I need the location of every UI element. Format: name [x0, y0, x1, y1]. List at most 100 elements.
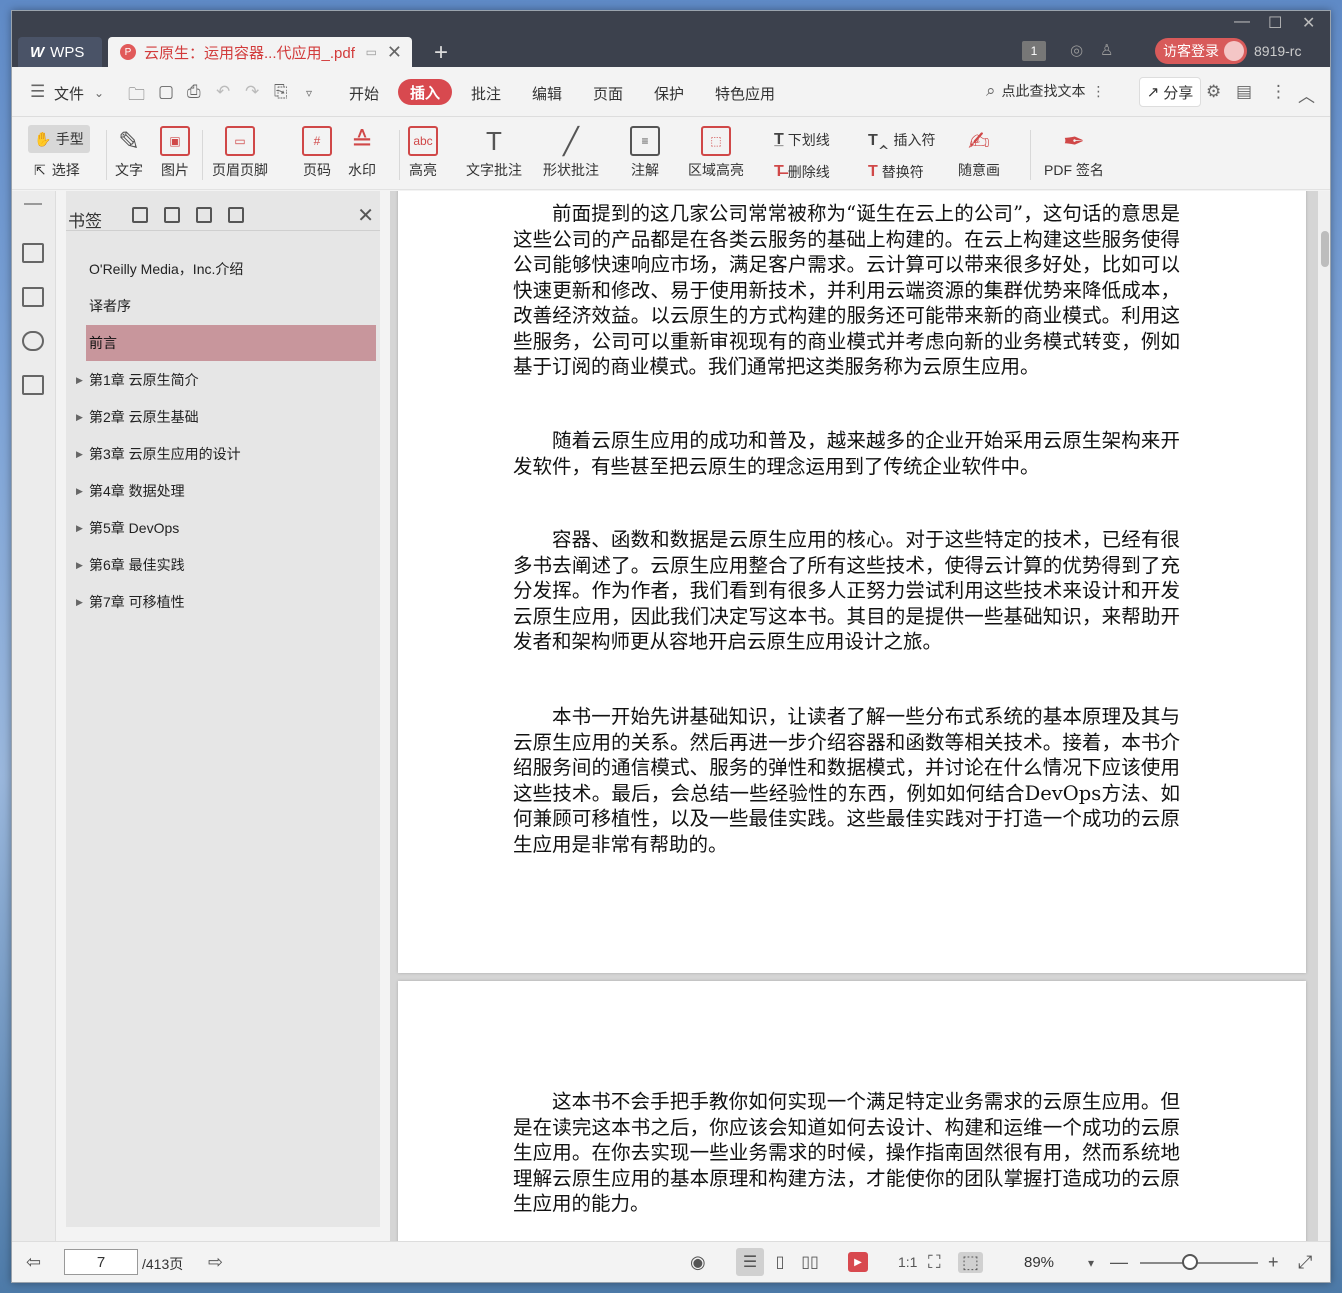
expand-caret-icon[interactable]: ▶	[76, 486, 83, 497]
add-bookmark-icon[interactable]	[132, 207, 148, 223]
bookmark-item[interactable]: ▶ 第6章 最佳实践	[76, 547, 376, 583]
zoom-slider[interactable]	[1140, 1262, 1258, 1264]
watermark-button[interactable]: ≙ 水印	[347, 126, 377, 180]
expand-caret-icon[interactable]: ▶	[76, 412, 83, 423]
annotation-icon[interactable]	[22, 331, 44, 351]
file-menu[interactable]: 文件	[54, 83, 84, 104]
scroll-thumb[interactable]	[1321, 231, 1329, 267]
thumbnail-icon[interactable]	[22, 287, 44, 307]
area-highlight-button[interactable]: ⬚ 区域高亮	[688, 126, 744, 180]
sync-icon[interactable]: ◎	[1070, 41, 1083, 59]
expand-caret-icon[interactable]: ▶	[76, 560, 83, 571]
settings-gear-icon[interactable]: ⚙	[1206, 82, 1221, 102]
bookmark-settings-icon[interactable]	[228, 207, 244, 223]
print-icon[interactable]: ⎙	[187, 82, 201, 102]
visitor-login-button[interactable]: 访客登录	[1155, 38, 1247, 64]
close-panel-icon[interactable]: ✕	[357, 203, 374, 228]
freehand-button[interactable]: ✍ 随意画	[958, 126, 1000, 180]
close-tab-icon[interactable]: ✕	[387, 42, 402, 63]
bookmark-list-icon[interactable]	[22, 243, 44, 263]
document-tab[interactable]: P 云原生：运用容器...代应用_.pdf ▭ ✕	[108, 37, 412, 67]
skin-icon[interactable]: ♙	[1100, 41, 1113, 59]
bookmark-item[interactable]: 译者序	[86, 288, 376, 324]
wps-home-tab[interactable]: W WPS	[18, 37, 102, 67]
menu-page[interactable]: 页面	[593, 83, 623, 104]
close-window-icon[interactable]: ✕	[1302, 13, 1315, 33]
zoom-dropdown-icon[interactable]: ▾	[1088, 1256, 1094, 1270]
hamburger-icon[interactable]: ☰	[30, 82, 45, 102]
maximize-icon[interactable]: ☐	[1268, 13, 1282, 33]
save-icon[interactable]: ▢	[158, 82, 174, 102]
bookmark-item[interactable]: ▶ 第4章 数据处理	[76, 473, 376, 509]
bookmark-item[interactable]: ▶ 第1章 云原生简介	[76, 362, 376, 398]
bookmark-item-active[interactable]: 前言	[86, 325, 376, 361]
new-tab-button[interactable]: +	[434, 39, 448, 67]
more-icon[interactable]: ⋮	[1270, 82, 1287, 102]
bookmark-item[interactable]: ▶ 第5章 DevOps	[76, 510, 376, 546]
underline-button[interactable]: T̲ 下划线	[774, 130, 830, 150]
menu-insert[interactable]: 插入	[398, 79, 452, 105]
redo-icon[interactable]: ↷	[245, 82, 259, 102]
more-dropdown-icon[interactable]: ▿	[306, 86, 312, 100]
single-page-icon[interactable]: ▯	[766, 1248, 794, 1276]
comment-icon[interactable]: ▤	[1236, 82, 1252, 102]
strikethrough-button[interactable]: T̶ 删除线	[774, 162, 830, 182]
double-page-icon[interactable]: ▯▯	[796, 1248, 824, 1276]
shape-comment-button[interactable]: ╱ 形状批注	[543, 126, 599, 180]
menu-special[interactable]: 特色应用	[715, 83, 775, 104]
expand-all-icon[interactable]	[164, 207, 180, 223]
menu-protect[interactable]: 保护	[654, 83, 684, 104]
menu-edit[interactable]: 编辑	[532, 83, 562, 104]
more-vertical-icon[interactable]: ⋮	[1092, 83, 1106, 100]
screen-icon[interactable]: ▭	[366, 45, 377, 59]
find-text-search[interactable]: ⌕ 点此查找文本 ⋮	[986, 81, 1106, 101]
zoom-level[interactable]: 89%	[1024, 1254, 1054, 1271]
fullscreen-icon[interactable]: ⤢	[1298, 1252, 1312, 1273]
bookmark-item[interactable]: ▶ 第3章 云原生应用的设计	[76, 436, 376, 472]
collapse-all-icon[interactable]	[196, 207, 212, 223]
expand-caret-icon[interactable]: ▶	[76, 597, 83, 608]
insert-text-button[interactable]: ✎ 文字	[114, 126, 144, 180]
pdf-sign-button[interactable]: ✒ PDF 签名	[1044, 126, 1104, 180]
page-number-button[interactable]: # 页码	[302, 126, 332, 180]
share-button[interactable]: ↗ 分享	[1139, 77, 1201, 107]
zoom-slider-handle[interactable]	[1182, 1254, 1198, 1270]
expand-caret-icon[interactable]: ▶	[76, 375, 83, 386]
continuous-view-icon[interactable]: ☰	[736, 1248, 764, 1276]
note-button[interactable]: ≡ 注解	[630, 126, 660, 180]
previous-page-icon[interactable]: ⇦	[26, 1252, 41, 1273]
zoom-in-icon[interactable]: +	[1268, 1252, 1279, 1273]
select-tool-button[interactable]: ⇱ 选择	[34, 160, 80, 180]
bookmark-item[interactable]: ▶ 第7章 可移植性	[76, 584, 376, 620]
actual-size-icon[interactable]: 1:1	[898, 1254, 917, 1270]
play-slideshow-icon[interactable]: ▶	[848, 1252, 868, 1272]
bookmark-item[interactable]: ▶ 第2章 云原生基础	[76, 399, 376, 435]
window-count-badge[interactable]: 1	[1022, 41, 1046, 61]
next-page-icon[interactable]: ⇨	[208, 1252, 223, 1273]
eye-protection-icon[interactable]: ◉	[690, 1252, 706, 1273]
insert-mark-button[interactable]: T‸ 插入符	[868, 130, 936, 150]
expand-caret-icon[interactable]: ▶	[76, 523, 83, 534]
menu-annotate[interactable]: 批注	[471, 83, 501, 104]
fit-page-icon[interactable]: ⛶	[928, 1252, 941, 1273]
attachment-icon[interactable]	[22, 375, 44, 395]
menu-start[interactable]: 开始	[349, 83, 379, 104]
page-number-input[interactable]: 7	[64, 1249, 138, 1275]
replace-mark-button[interactable]: T 替换符	[868, 162, 924, 182]
zoom-out-icon[interactable]: —	[1110, 1252, 1128, 1273]
chevron-down-icon[interactable]: ⌄	[94, 86, 104, 100]
header-footer-button[interactable]: ▭ 页眉页脚	[212, 126, 268, 180]
bookmark-item[interactable]: O'Reilly Media，Inc.介绍	[86, 251, 376, 287]
highlight-button[interactable]: abc 高亮	[408, 126, 438, 180]
collapse-ribbon-icon[interactable]: ︿	[1298, 82, 1315, 107]
insert-image-button[interactable]: ▣ 图片	[160, 126, 190, 180]
document-viewport[interactable]: 前面提到的这几家公司常常被称为“诞生在云上的公司”，这句话的意思是这些公司的产品…	[390, 191, 1318, 1241]
minimize-icon[interactable]: —	[1234, 13, 1250, 31]
text-comment-button[interactable]: T 文字批注	[466, 126, 522, 180]
export-icon[interactable]: ⎘	[274, 82, 288, 102]
expand-caret-icon[interactable]: ▶	[76, 449, 83, 460]
open-folder-icon[interactable]: 🗀	[128, 82, 145, 111]
undo-icon[interactable]: ↶	[216, 82, 230, 102]
hand-tool-button[interactable]: ✋ 手型	[28, 125, 90, 153]
fit-width-icon[interactable]: ⬚	[958, 1252, 984, 1273]
